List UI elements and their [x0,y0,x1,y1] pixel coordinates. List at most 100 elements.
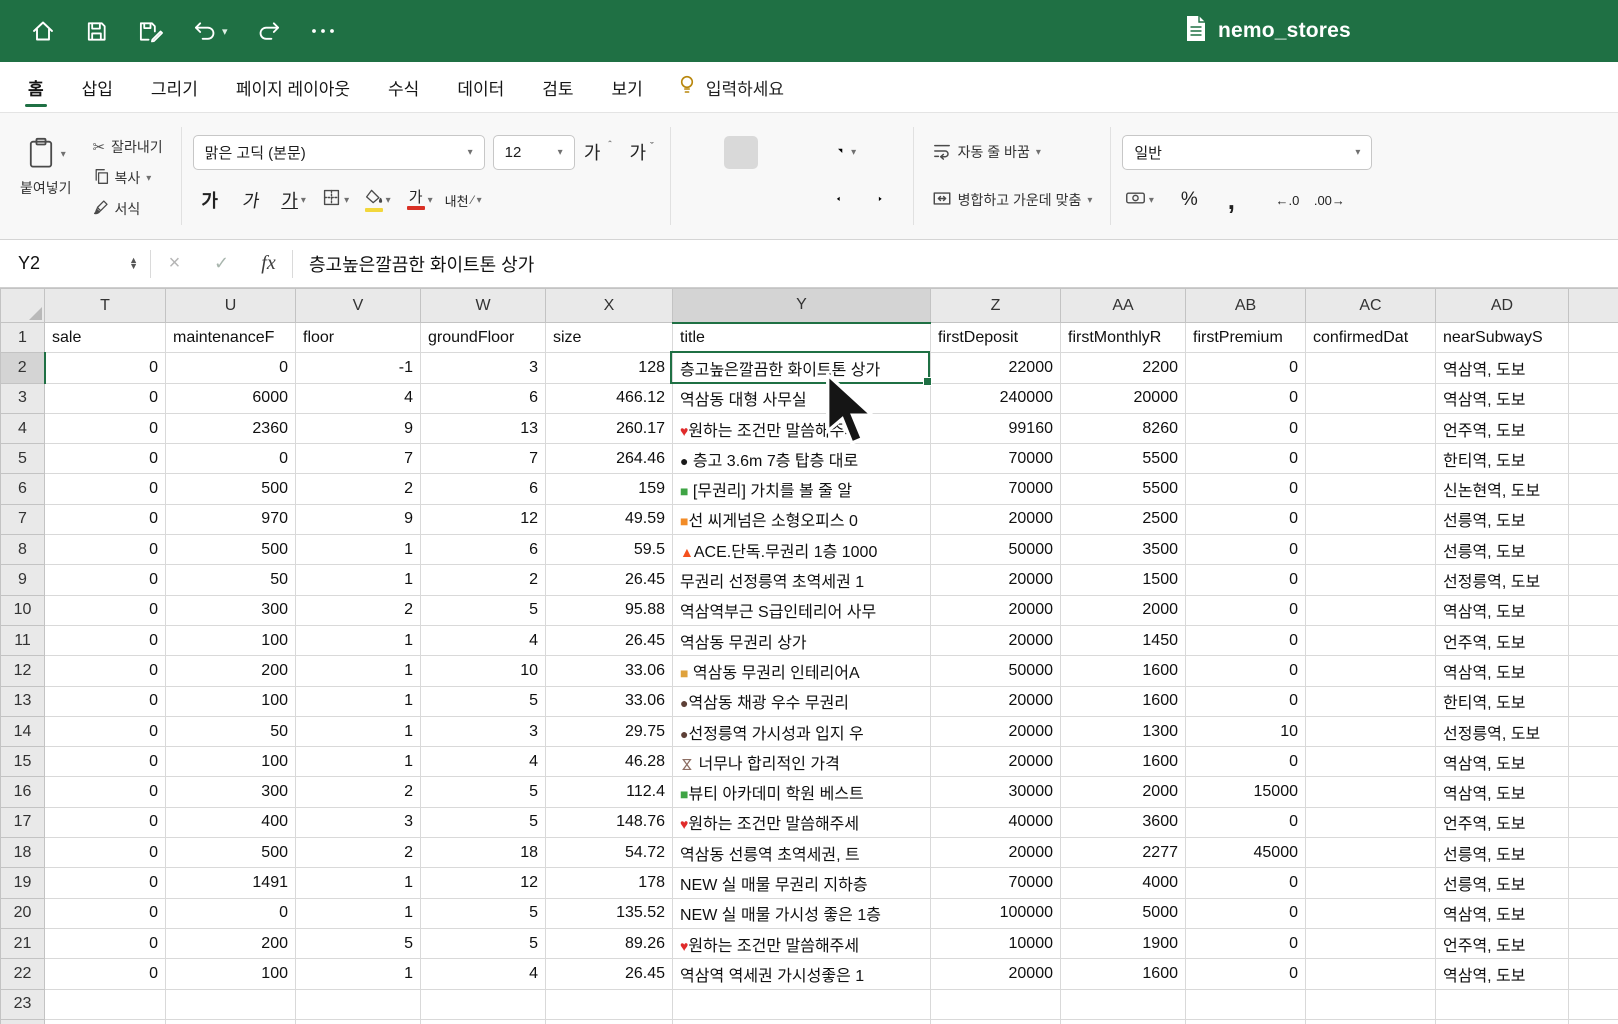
cell-W17[interactable]: 5 [421,807,546,837]
cell-W12[interactable]: 10 [421,656,546,686]
cell-W4[interactable]: 13 [421,413,546,443]
cell-AD19[interactable]: 선릉역, 도보 [1436,868,1569,898]
select-all-corner[interactable] [1,289,45,323]
cell-stub-3[interactable] [1569,383,1618,413]
cell-AA15[interactable]: 1600 [1061,747,1186,777]
cell-V18[interactable]: 2 [296,838,421,868]
cell-W14[interactable]: 3 [421,716,546,746]
cell-Y13[interactable]: ●역삼동 채광 우수 무권리 [673,686,931,716]
row-header-1[interactable]: 1 [1,323,45,353]
cell-stub-10[interactable] [1569,595,1618,625]
cell-Z7[interactable]: 20000 [931,504,1061,534]
row-header-10[interactable]: 10 [1,595,45,625]
cell-AA6[interactable]: 5500 [1061,474,1186,504]
cell-AA17[interactable]: 3600 [1061,807,1186,837]
column-header-V[interactable]: V [296,289,421,323]
cell-Z10[interactable]: 20000 [931,595,1061,625]
cell-AD13[interactable]: 한티역, 도보 [1436,686,1569,716]
row-header-22[interactable]: 22 [1,959,45,989]
cell-stub-1[interactable] [1569,323,1618,353]
cell-X7[interactable]: 49.59 [546,504,673,534]
row-header-6[interactable]: 6 [1,474,45,504]
home-icon[interactable] [30,18,56,44]
cell-V6[interactable]: 2 [296,474,421,504]
cell-T11[interactable]: 0 [45,625,166,655]
cell-Y11[interactable]: 역삼동 무권리 상가 [673,625,931,655]
align-bottom-button[interactable] [766,136,800,169]
cell-AC1[interactable]: confirmedDat [1306,323,1436,353]
cell-X22[interactable]: 26.45 [546,959,673,989]
cell-Y4[interactable]: ♥원하는 조건만 말씀해주세 [673,413,931,443]
cell-Y7[interactable]: ■선 씨게넘은 소형오피스 0 [673,504,931,534]
cell-AA18[interactable]: 2277 [1061,838,1186,868]
cell-Z13[interactable]: 20000 [931,686,1061,716]
cell-AB19[interactable]: 0 [1186,868,1306,898]
cell-U2[interactable]: 0 [166,353,296,383]
cell-Z21[interactable]: 10000 [931,928,1061,958]
cell-AA21[interactable]: 1900 [1061,928,1186,958]
cell-Z8[interactable]: 50000 [931,535,1061,565]
cell-AC4[interactable] [1306,413,1436,443]
copy-button[interactable]: 복사 ▾ [86,165,170,191]
align-top-button[interactable] [682,136,716,169]
cell-stub-20[interactable] [1569,898,1618,928]
cell-AA12[interactable]: 1600 [1061,656,1186,686]
cut-button[interactable]: ✂ 잘라내기 [86,134,170,160]
cell-W6[interactable]: 6 [421,474,546,504]
cell-T2[interactable]: 0 [45,353,166,383]
cell-V19[interactable]: 1 [296,868,421,898]
cell-X8[interactable]: 59.5 [546,535,673,565]
cell-AA3[interactable]: 20000 [1061,383,1186,413]
cell-Z12[interactable]: 50000 [931,656,1061,686]
cell-U24[interactable] [166,1019,296,1024]
cell-T7[interactable]: 0 [45,504,166,534]
cell-AB20[interactable]: 0 [1186,898,1306,928]
cell-U10[interactable]: 300 [166,595,296,625]
row-header-14[interactable]: 14 [1,716,45,746]
phonetic-chevron[interactable]: ▾ [477,195,482,206]
orientation-button[interactable]: ▾ [826,136,860,169]
cell-AB23[interactable] [1186,989,1306,1019]
cell-T16[interactable]: 0 [45,777,166,807]
undo-icon[interactable]: ▾ [192,19,228,44]
cell-AA20[interactable]: 5000 [1061,898,1186,928]
cell-AD17[interactable]: 언주역, 도보 [1436,807,1569,837]
cell-stub-17[interactable] [1569,807,1618,837]
increase-decimal-button[interactable]: ←.0 [1270,184,1304,217]
row-header-2[interactable]: 2 [1,353,45,383]
cell-Y8[interactable]: ▲ACE.단독.무권리 1층 1000 [673,535,931,565]
cell-W5[interactable]: 7 [421,444,546,474]
cell-AB9[interactable]: 0 [1186,565,1306,595]
cell-T23[interactable] [45,989,166,1019]
cell-stub-16[interactable] [1569,777,1618,807]
tab-삽입[interactable]: 삽입 [82,62,113,112]
cell-T13[interactable]: 0 [45,686,166,716]
paste-button[interactable]: ▾ 붙여넣기 [12,130,80,204]
cell-AA9[interactable]: 1500 [1061,565,1186,595]
cell-AB3[interactable]: 0 [1186,383,1306,413]
row-header-15[interactable]: 15 [1,747,45,777]
cell-stub-15[interactable] [1569,747,1618,777]
cell-U3[interactable]: 6000 [166,383,296,413]
percent-style-button[interactable]: % [1172,184,1206,217]
tab-페이지 레이아웃[interactable]: 페이지 레이아웃 [236,62,350,112]
cell-stub-19[interactable] [1569,868,1618,898]
tab-그리기[interactable]: 그리기 [151,62,198,112]
row-header-20[interactable]: 20 [1,898,45,928]
cell-AC12[interactable] [1306,656,1436,686]
row-header-18[interactable]: 18 [1,838,45,868]
decrease-decimal-button[interactable]: .00→ [1312,184,1346,217]
cell-AC7[interactable] [1306,504,1436,534]
cell-AD24[interactable] [1436,1019,1569,1024]
cell-AB10[interactable]: 0 [1186,595,1306,625]
cell-U23[interactable] [166,989,296,1019]
cell-AB2[interactable]: 0 [1186,353,1306,383]
cell-Z5[interactable]: 70000 [931,444,1061,474]
cell-U15[interactable]: 100 [166,747,296,777]
cell-Y10[interactable]: 역삼역부근 S급인테리어 사무 [673,595,931,625]
cell-AC20[interactable] [1306,898,1436,928]
cell-AA22[interactable]: 1600 [1061,959,1186,989]
cell-U11[interactable]: 100 [166,625,296,655]
cell-W1[interactable]: groundFloor [421,323,546,353]
accounting-format-chevron[interactable]: ▾ [1149,195,1154,206]
